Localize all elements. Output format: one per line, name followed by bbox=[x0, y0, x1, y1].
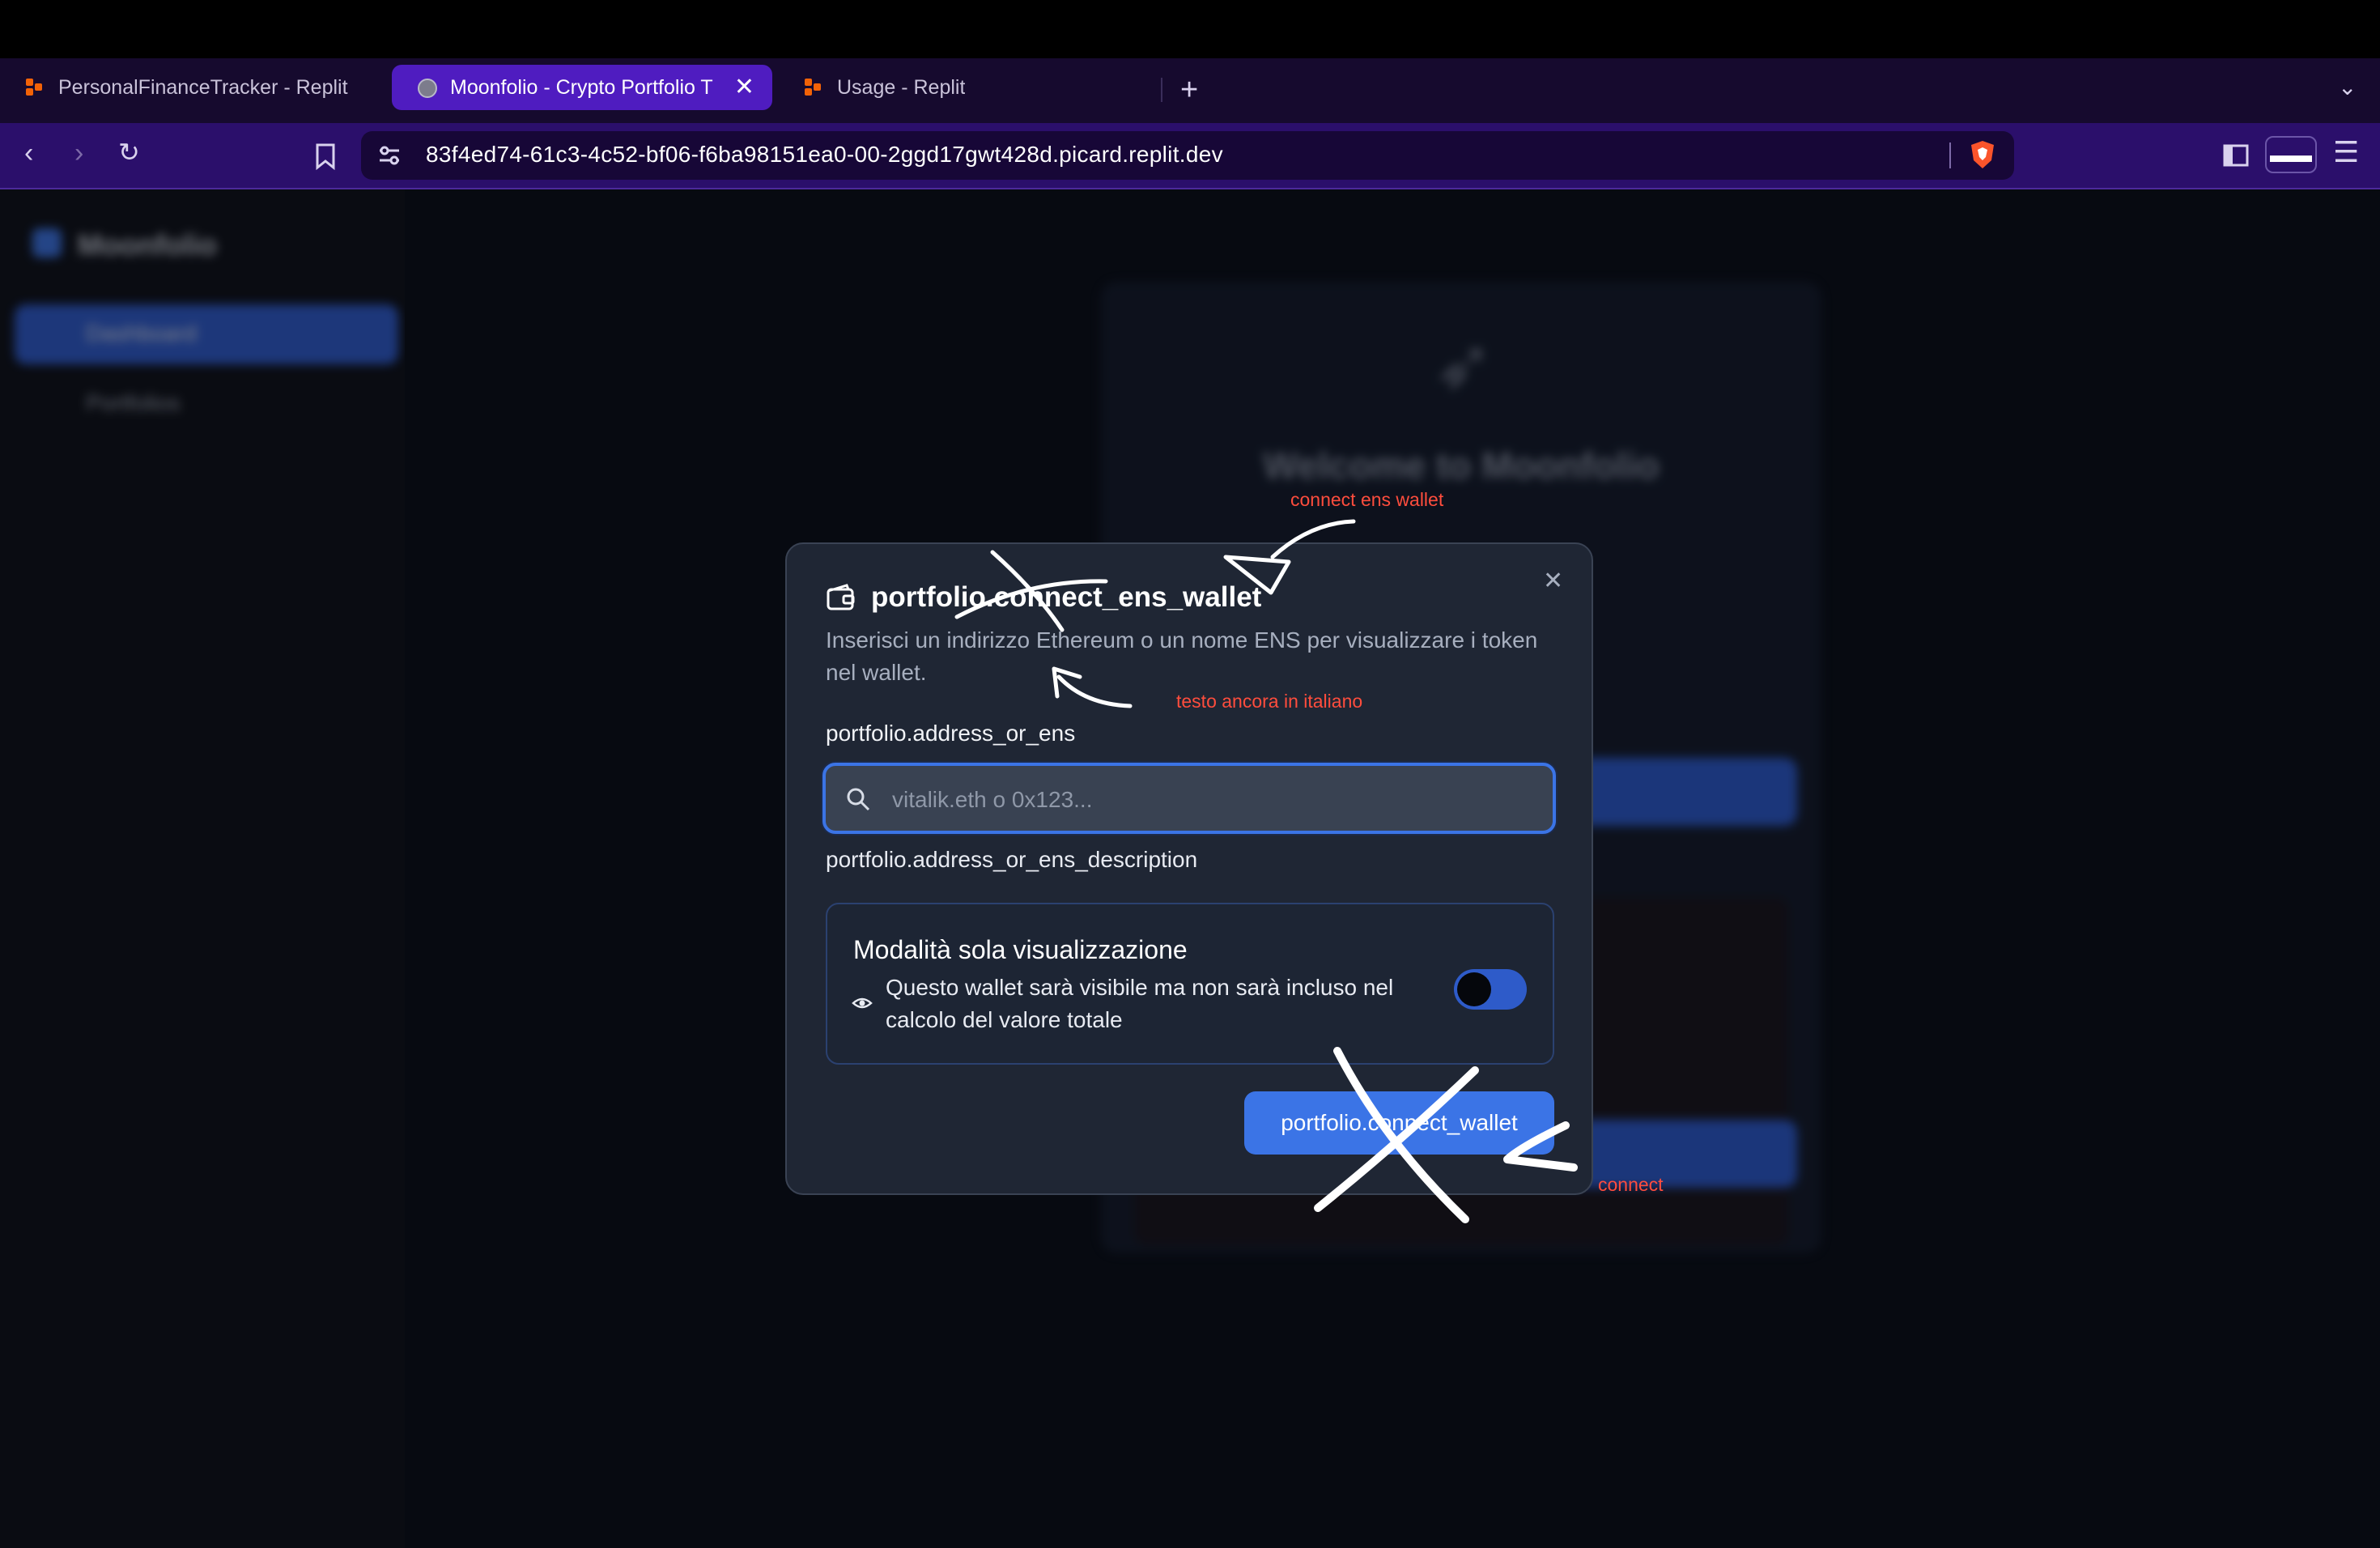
tab-strip: PersonalFinanceTracker - Replit Moonfoli… bbox=[0, 58, 2380, 123]
tab-title: PersonalFinanceTracker - Replit bbox=[58, 75, 348, 99]
dialog-description: Inserisci un indirizzo Ethereum o un nom… bbox=[826, 627, 1538, 685]
sidebar-item-label: Dashboard bbox=[86, 321, 197, 346]
search-icon bbox=[847, 788, 870, 811]
replit-icon bbox=[26, 79, 44, 96]
sidebar-item-dashboard[interactable]: Dashboard bbox=[15, 304, 398, 364]
back-icon[interactable]: ‹ bbox=[24, 139, 33, 167]
tab-personal-finance-tracker[interactable]: PersonalFinanceTracker - Replit bbox=[0, 65, 380, 110]
dialog-title: portfolio.connect_ens_wallet bbox=[871, 581, 1262, 613]
welcome-title: Welcome to Moonfolio bbox=[1263, 444, 1660, 487]
toggle-knob bbox=[1457, 972, 1491, 1006]
sidebar-item-portfolios[interactable]: Portfolios bbox=[15, 374, 398, 434]
globe-icon bbox=[418, 79, 437, 98]
tab-divider bbox=[1161, 78, 1162, 102]
view-only-title: Modalità sola visualizzazione bbox=[853, 935, 1188, 964]
close-tab-icon[interactable]: ✕ bbox=[734, 73, 754, 101]
annotation-button-note: connect bbox=[1598, 1174, 1664, 1195]
view-only-description: Questo wallet sarà visibile ma non sarà … bbox=[886, 975, 1394, 1032]
address-field-description: portfolio.address_or_ens_description bbox=[826, 847, 1198, 872]
new-tab-icon[interactable]: + bbox=[1180, 74, 1198, 105]
menu-icon[interactable]: ☰ bbox=[2333, 138, 2359, 167]
brave-shield-icon[interactable] bbox=[1969, 139, 1996, 170]
site-settings-icon[interactable] bbox=[377, 143, 402, 168]
address-or-ens-input[interactable] bbox=[890, 780, 1525, 820]
annotation-description-note: testo ancora in italiano bbox=[1176, 691, 1363, 712]
address-field-label: portfolio.address_or_ens bbox=[826, 721, 1076, 746]
brand-name: Moonfolio bbox=[78, 228, 217, 262]
reader-mode-icon[interactable]: ▬▬ bbox=[2265, 136, 2317, 173]
app-sidebar: Moonfolio Dashboard Portfolios bbox=[0, 189, 405, 1548]
tab-title: Usage - Replit bbox=[837, 75, 966, 99]
tab-moonfolio[interactable]: Moonfolio - Crypto Portfolio T ✕ bbox=[392, 65, 772, 110]
sidebar-toggle-icon[interactable] bbox=[2223, 144, 2249, 167]
forward-icon[interactable]: › bbox=[74, 139, 83, 167]
url-text[interactable]: 83f4ed74-61c3-4c52-bf06-f6ba98151ea0-00-… bbox=[426, 142, 1223, 168]
close-icon[interactable]: ✕ bbox=[1543, 567, 1563, 595]
wallet-icon bbox=[827, 584, 855, 610]
annotation-title-note: connect ens wallet bbox=[1290, 489, 1444, 510]
chevron-down-icon[interactable]: ⌄ bbox=[2338, 76, 2357, 99]
url-divider bbox=[1949, 142, 1951, 168]
tab-title: Moonfolio - Crypto Portfolio T bbox=[450, 75, 713, 99]
eye-icon bbox=[852, 997, 873, 1009]
sidebar-item-label: Portfolios bbox=[86, 390, 181, 415]
connect-wallet-button-label: portfolio.connect_wallet bbox=[1281, 1110, 1518, 1135]
replit-icon bbox=[805, 79, 822, 96]
tab-usage-replit[interactable]: Usage - Replit bbox=[779, 65, 1159, 110]
rocket-icon: ➶ bbox=[1433, 325, 1494, 406]
reload-icon[interactable]: ↻ bbox=[118, 139, 140, 165]
connect-wallet-button[interactable]: portfolio.connect_wallet bbox=[1244, 1091, 1554, 1155]
bookmark-icon[interactable] bbox=[314, 142, 337, 170]
app-logo-icon bbox=[32, 228, 62, 257]
